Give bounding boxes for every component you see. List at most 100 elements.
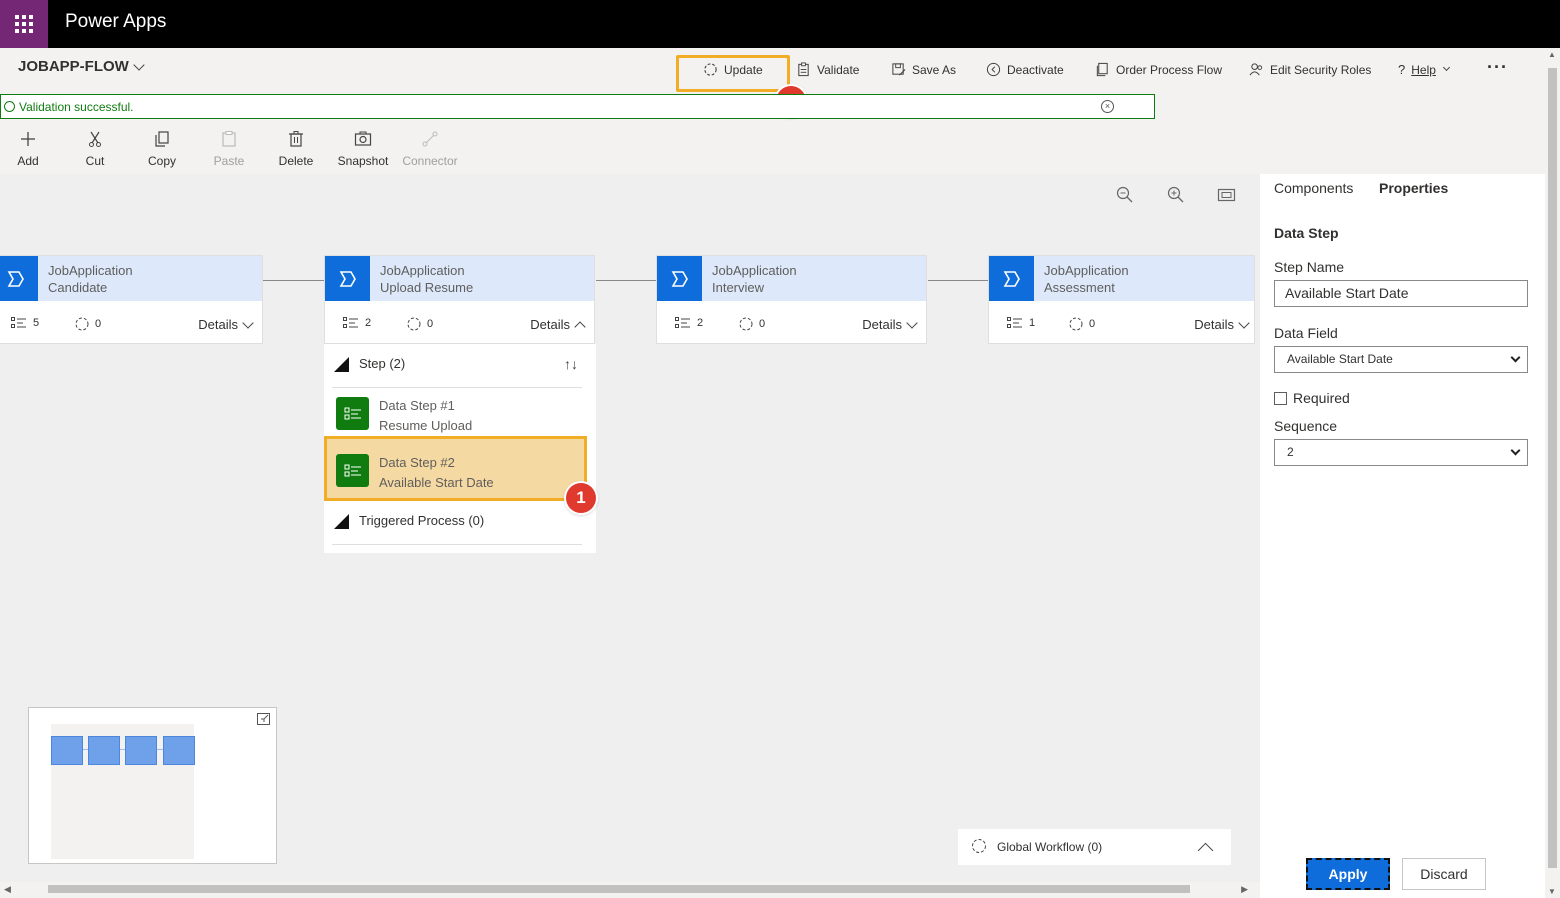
stage-entity: JobApplication — [1044, 263, 1129, 278]
copy-button[interactable]: Copy — [132, 130, 192, 168]
data-step-field: Resume Upload — [379, 418, 473, 433]
scroll-left-icon[interactable]: ◀ — [4, 884, 11, 895]
sort-arrows-icon[interactable]: ↑↓ — [564, 356, 578, 372]
waffle-icon — [15, 15, 33, 33]
stage-card-upload-resume[interactable]: JobApplication Upload Resume 2 0 Details — [324, 255, 595, 344]
close-icon[interactable]: × — [1101, 100, 1114, 113]
sequence-select[interactable]: 2 — [1274, 439, 1528, 466]
minimap[interactable] — [28, 707, 277, 864]
vertical-scrollbar[interactable]: ▲ ▼ — [1545, 48, 1560, 898]
zoom-in-icon[interactable] — [1167, 186, 1185, 204]
sequence-label: Sequence — [1274, 418, 1338, 434]
stage-header: JobApplication Candidate — [0, 256, 262, 301]
section-title: Data Step — [1274, 225, 1339, 241]
details-toggle[interactable]: Details — [862, 316, 918, 332]
data-step-icon — [336, 454, 369, 487]
collapse-triangle-icon — [334, 514, 349, 530]
plus-icon — [21, 132, 35, 146]
paste-button[interactable]: Paste — [199, 130, 259, 168]
add-button[interactable]: Add — [0, 130, 58, 168]
details-toggle[interactable]: Details — [198, 316, 254, 332]
connector-label: Connector — [402, 154, 458, 168]
deactivate-icon — [986, 62, 1001, 77]
workflow-value: 0 — [759, 318, 766, 330]
scroll-up-icon[interactable]: ▲ — [1548, 50, 1556, 59]
scrollbar-thumb[interactable] — [1548, 68, 1557, 868]
connector-button[interactable]: Connector — [400, 130, 460, 168]
apply-button[interactable]: Apply — [1306, 858, 1390, 890]
stage-entity: JobApplication — [380, 263, 465, 278]
clipboard-check-icon — [798, 62, 809, 77]
stage-card-interview[interactable]: JobApplication Interview 2 0 Details — [656, 255, 927, 344]
details-toggle[interactable]: Details — [1194, 316, 1250, 332]
stage-chevron-icon — [989, 256, 1034, 301]
scroll-down-icon[interactable]: ▼ — [1548, 887, 1556, 896]
stage-card-assessment[interactable]: JobApplication Assessment 1 0 Details — [988, 255, 1255, 344]
discard-button[interactable]: Discard — [1402, 858, 1486, 890]
edit-security-roles-button[interactable]: Edit Security Roles — [1249, 62, 1371, 77]
triggered-process-section[interactable]: Triggered Process (0) — [334, 513, 582, 530]
scrollbar-thumb[interactable] — [48, 885, 1190, 893]
more-commands-button[interactable]: ··· — [1487, 57, 1508, 78]
validation-message: Validation successful. — [19, 99, 134, 114]
steps-value: 1 — [1029, 317, 1036, 329]
save-as-label: Save As — [912, 62, 957, 77]
tab-properties[interactable]: Properties — [1379, 180, 1448, 196]
workflow-count: 0 — [1069, 317, 1095, 331]
chevron-down-icon — [906, 316, 918, 329]
delete-button[interactable]: Delete — [266, 130, 326, 168]
steps-value: 2 — [697, 317, 704, 329]
data-step-text: Data Step #1 Resume Upload — [379, 396, 472, 436]
workflow-value: 0 — [1089, 318, 1096, 330]
required-checkbox[interactable] — [1274, 392, 1287, 405]
validate-button[interactable]: Validate — [796, 62, 859, 77]
details-label: Details — [530, 317, 570, 332]
top-bar: Power Apps — [0, 0, 1560, 48]
help-button[interactable]: ? Help — [1398, 62, 1450, 77]
stage-name: Interview — [712, 280, 765, 295]
data-step-title: Data Step #1 — [379, 398, 455, 413]
sequence-value: 2 — [1287, 445, 1294, 459]
tab-components[interactable]: Components — [1274, 180, 1353, 196]
question-icon: ? — [1398, 62, 1406, 77]
workflow-icon — [75, 317, 89, 331]
global-workflow-bar[interactable]: Global Workflow (0) — [958, 829, 1231, 865]
details-toggle[interactable]: Details — [530, 317, 586, 333]
fit-to-screen-icon[interactable] — [1217, 186, 1236, 204]
flow-name-dropdown[interactable]: JOBAPP-FLOW — [18, 58, 145, 75]
stage-header: JobApplication Upload Resume — [325, 256, 594, 301]
workflow-count: 0 — [739, 317, 765, 331]
data-step-title: Data Step #2 — [379, 455, 455, 470]
zoom-out-icon[interactable] — [1116, 186, 1134, 204]
workflow-count: 0 — [407, 317, 433, 331]
order-process-flow-button[interactable]: Order Process Flow — [1095, 62, 1222, 77]
deactivate-button[interactable]: Deactivate — [986, 62, 1064, 77]
add-label: Add — [17, 154, 39, 168]
app-launcher-button[interactable] — [0, 0, 48, 48]
stage-card-candidate[interactable]: JobApplication Candidate 5 0 Details — [0, 255, 263, 344]
triggered-process-label: Triggered Process (0) — [359, 513, 485, 528]
collapse-minimap-icon[interactable] — [257, 713, 270, 725]
data-field-select[interactable]: Available Start Date — [1274, 346, 1528, 373]
data-step-1[interactable]: Data Step #1 Resume Upload — [334, 391, 582, 437]
cut-button[interactable]: Cut — [65, 130, 125, 168]
scroll-right-icon[interactable]: ▶ — [1241, 884, 1248, 895]
stage-name: Upload Resume — [380, 280, 474, 295]
connector-icon — [422, 131, 438, 147]
save-as-button[interactable]: Save As — [891, 62, 956, 77]
chevron-up-icon[interactable] — [1197, 842, 1214, 859]
paste-label: Paste — [213, 154, 245, 168]
scissors-icon — [89, 131, 101, 147]
data-step-2-selected[interactable]: Data Step #2 Available Start Date — [324, 436, 587, 501]
workflow-icon — [1069, 317, 1083, 331]
stage-footer: 2 0 Details — [325, 314, 594, 334]
chevron-down-icon — [1510, 352, 1521, 363]
steps-section-header[interactable]: Step (2) ↑↓ — [334, 356, 582, 373]
stage-chevron-icon — [325, 256, 370, 301]
stage-name: Candidate — [48, 280, 108, 295]
step-name-input[interactable]: Available Start Date — [1274, 280, 1528, 307]
chevron-down-icon — [1510, 445, 1521, 456]
horizontal-scrollbar[interactable]: ◀ ▶ — [0, 882, 1260, 896]
snapshot-button[interactable]: Snapshot — [333, 130, 393, 168]
data-step-field: Available Start Date — [379, 475, 494, 490]
